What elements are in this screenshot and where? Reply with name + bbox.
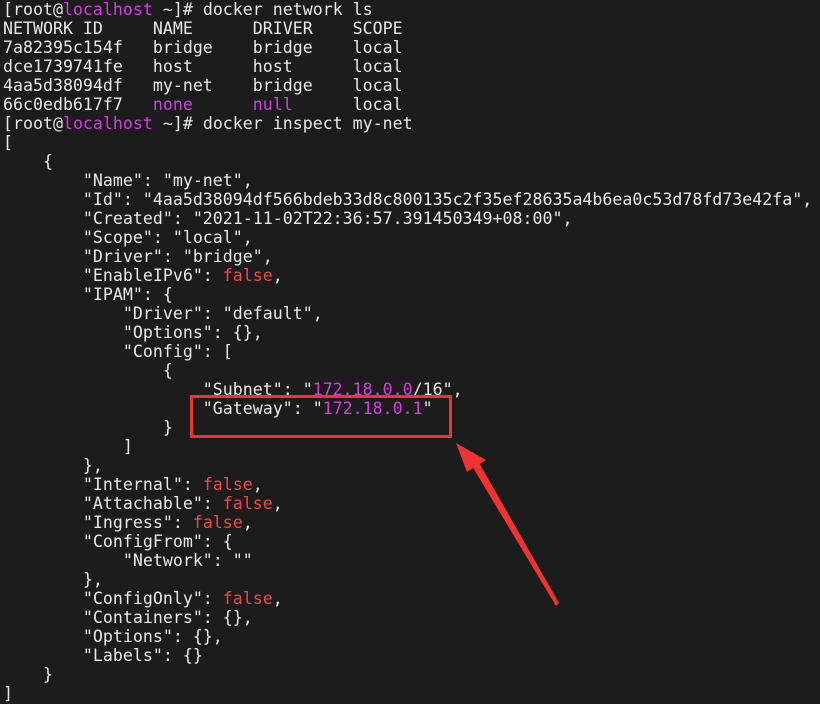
arrow-up-left-icon (456, 443, 559, 606)
arrow-shaft (466, 452, 559, 606)
